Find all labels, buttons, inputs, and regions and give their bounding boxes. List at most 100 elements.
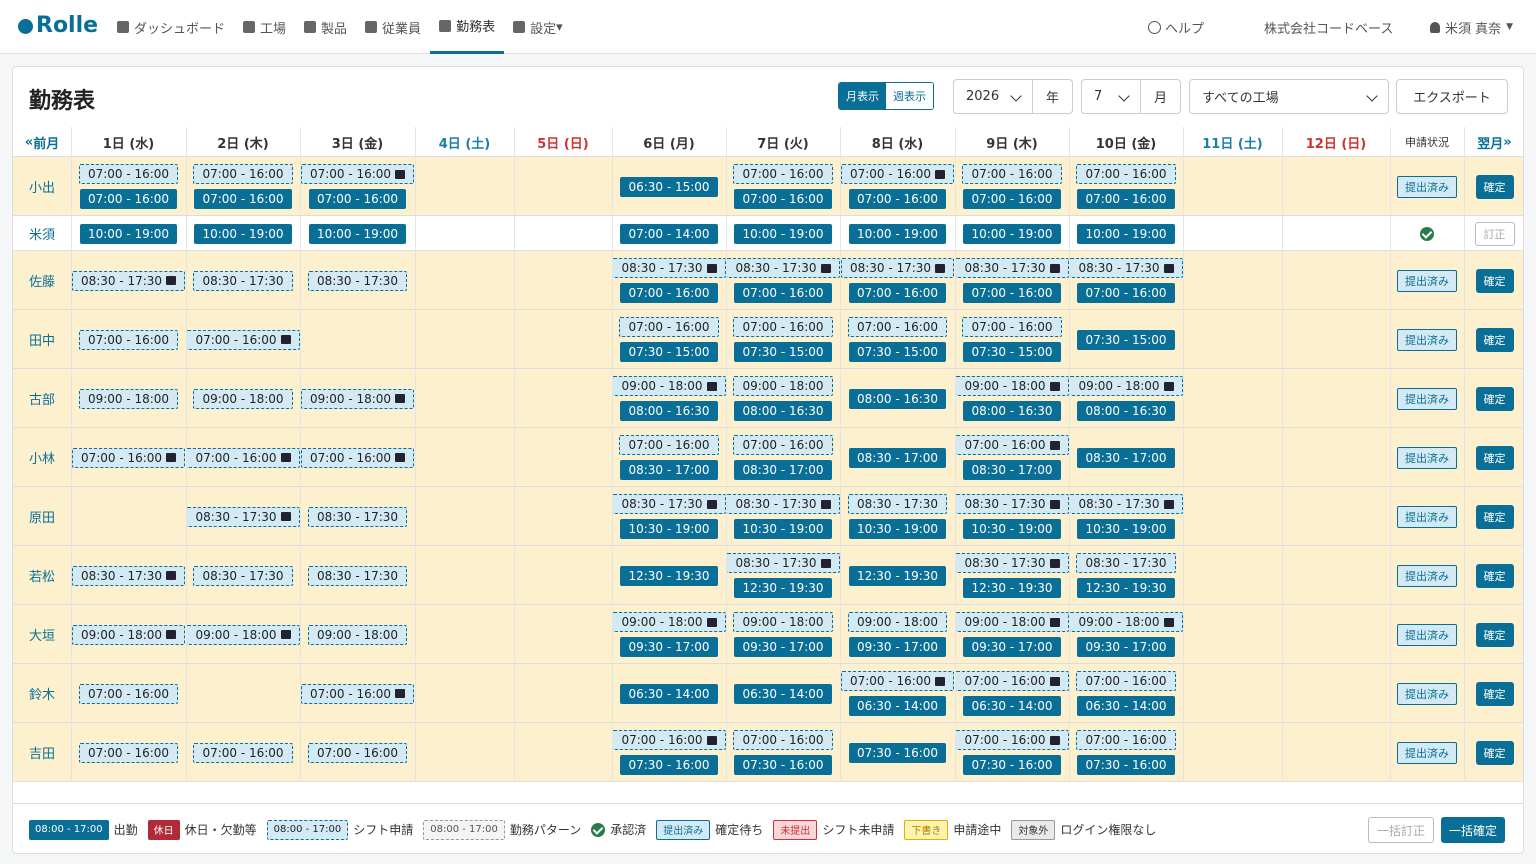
attendance-chip[interactable]: 06:30 - 14:00 [963,696,1061,716]
day-cell[interactable]: 09:00 - 18:00 08:00 - 16:30 [612,369,726,428]
shift-request-chip[interactable]: 07:00 - 16:00 [300,164,415,184]
shift-request-chip[interactable]: 07:00 - 16:00 [186,447,300,468]
shift-request-chip[interactable]: 07:00 - 16:00 [840,671,955,691]
day-cell[interactable]: 08:30 - 17:00 [1069,428,1183,487]
day-cell[interactable]: 07:00 - 16:00 [71,723,186,782]
attendance-chip[interactable]: 10:00 - 19:00 [308,223,407,244]
day-cell[interactable]: 07:00 - 16:00 [186,310,300,369]
shift-request-chip[interactable]: 07:00 - 16:00 [733,435,833,455]
attendance-chip[interactable]: 12:30 - 19:30 [734,578,832,598]
attendance-chip[interactable]: 09:30 - 17:00 [848,637,947,657]
attendance-chip[interactable]: 09:30 - 17:00 [963,637,1061,657]
day-cell[interactable]: 06:30 - 15:00 [612,157,726,216]
week-view-button[interactable]: 週表示 [886,83,933,109]
day-cell[interactable] [514,369,612,428]
employee-name[interactable]: 大垣 [13,605,71,664]
shift-request-chip[interactable]: 07:00 - 16:00 [193,742,293,763]
attendance-chip[interactable]: 06:30 - 14:00 [620,683,718,704]
day-cell[interactable]: 07:00 - 16:00 06:30 - 14:00 [840,664,955,723]
nav-item-1[interactable]: 工場 [234,0,295,54]
day-cell[interactable]: 08:30 - 17:30 10:30 - 19:00 [840,487,955,546]
day-cell[interactable] [1282,216,1390,251]
day-cell[interactable]: 07:00 - 16:00 07:00 - 16:00 [840,157,955,216]
shift-request-chip[interactable]: 07:00 - 16:00 [847,317,948,337]
day-cell[interactable] [514,546,612,605]
day-cell[interactable] [415,487,514,546]
user-menu[interactable]: 米須 真奈 ▼ [1430,0,1513,54]
shift-request-chip[interactable]: 08:30 - 17:30 [612,494,726,514]
shift-request-chip[interactable]: 07:00 - 16:00 [71,447,186,468]
employee-name[interactable]: 佐藤 [13,251,71,310]
day-cell[interactable]: 08:30 - 17:00 [840,428,955,487]
shift-request-chip[interactable]: 08:30 - 17:30 [1069,258,1183,278]
day-cell[interactable]: 07:00 - 16:00 07:00 - 16:00 [726,157,840,216]
shift-request-chip[interactable]: 09:00 - 18:00 [300,388,415,409]
day-cell[interactable]: 09:00 - 18:00 [300,605,415,664]
day-cell[interactable]: 08:30 - 17:30 [186,251,300,310]
day-cell[interactable]: 06:30 - 14:00 [726,664,840,723]
day-cell[interactable]: 08:30 - 17:30 07:00 - 16:00 [612,251,726,310]
bulk-correct-button[interactable]: 一括訂正 [1368,817,1435,843]
day-cell[interactable]: 08:30 - 17:30 07:00 - 16:00 [840,251,955,310]
day-cell[interactable] [71,487,186,546]
day-cell[interactable] [1282,487,1390,546]
day-cell[interactable] [1183,428,1282,487]
day-cell[interactable]: 09:00 - 18:00 [71,605,186,664]
shift-request-chip[interactable]: 08:30 - 17:30 [955,553,1069,573]
shift-request-chip[interactable]: 07:00 - 16:00 [300,683,415,704]
day-cell[interactable] [1282,546,1390,605]
day-cell[interactable]: 07:00 - 16:00 08:30 - 17:00 [726,428,840,487]
help-link[interactable]: ヘルプ [1148,0,1204,54]
attendance-chip[interactable]: 10:00 - 19:00 [734,223,832,244]
shift-request-chip[interactable]: 09:00 - 18:00 [733,612,833,632]
day-cell[interactable] [415,216,514,251]
attendance-chip[interactable]: 07:30 - 15:00 [963,342,1061,362]
factory-select[interactable]: すべての工場 [1189,79,1389,114]
nav-item-4[interactable]: 勤務表 [430,0,505,54]
day-cell[interactable]: 12:30 - 19:30 [840,546,955,605]
day-cell[interactable]: 08:30 - 17:30 10:30 - 19:00 [612,487,726,546]
attendance-chip[interactable]: 10:30 - 19:00 [620,519,718,539]
day-cell[interactable]: 09:00 - 18:00 [186,369,300,428]
day-cell[interactable]: 07:00 - 16:00 [71,428,186,487]
day-cell[interactable] [1183,310,1282,369]
day-cell[interactable]: 08:30 - 17:30 [300,487,415,546]
day-cell[interactable]: 08:30 - 17:30 10:30 - 19:00 [726,487,840,546]
shift-request-chip[interactable]: 07:00 - 16:00 [78,164,179,184]
attendance-chip[interactable]: 10:00 - 19:00 [194,223,292,244]
day-cell[interactable] [1282,723,1390,782]
attendance-chip[interactable]: 07:30 - 15:00 [1077,329,1175,350]
day-cell[interactable] [514,251,612,310]
day-cell[interactable]: 08:30 - 17:30 [186,487,300,546]
confirm-button[interactable]: 確定 [1475,622,1514,647]
shift-request-chip[interactable]: 08:30 - 17:30 [193,270,293,291]
day-cell[interactable]: 07:00 - 16:00 07:30 - 16:00 [612,723,726,782]
shift-request-chip[interactable]: 07:00 - 16:00 [78,683,179,704]
attendance-chip[interactable]: 07:30 - 16:00 [963,755,1061,775]
month-view-button[interactable]: 月表示 [839,83,886,109]
day-cell[interactable] [1183,216,1282,251]
day-cell[interactable] [1183,546,1282,605]
day-cell[interactable] [415,310,514,369]
attendance-chip[interactable]: 07:00 - 16:00 [734,189,832,209]
day-cell[interactable] [415,664,514,723]
day-cell[interactable]: 07:00 - 16:00 [186,723,300,782]
day-cell[interactable]: 08:30 - 17:30 07:00 - 16:00 [1069,251,1183,310]
attendance-chip[interactable]: 07:00 - 16:00 [308,189,407,209]
confirm-button[interactable]: 確定 [1475,740,1514,765]
attendance-chip[interactable]: 10:00 - 19:00 [963,223,1061,244]
employee-name[interactable]: 小林 [13,428,71,487]
attendance-chip[interactable]: 07:00 - 16:00 [620,283,718,303]
shift-request-chip[interactable]: 09:00 - 18:00 [847,612,948,632]
attendance-chip[interactable]: 09:30 - 17:00 [1077,637,1175,657]
day-cell[interactable]: 10:00 - 19:00 [300,216,415,251]
day-cell[interactable] [514,487,612,546]
day-cell[interactable] [1183,157,1282,216]
day-cell[interactable]: 07:00 - 16:00 07:00 - 16:00 [186,157,300,216]
day-cell[interactable] [514,428,612,487]
confirm-button[interactable]: 確定 [1475,174,1514,199]
day-cell[interactable] [514,664,612,723]
attendance-chip[interactable]: 08:00 - 16:30 [848,388,947,409]
attendance-chip[interactable]: 07:30 - 16:00 [620,755,718,775]
day-cell[interactable]: 07:00 - 16:00 07:30 - 15:00 [612,310,726,369]
